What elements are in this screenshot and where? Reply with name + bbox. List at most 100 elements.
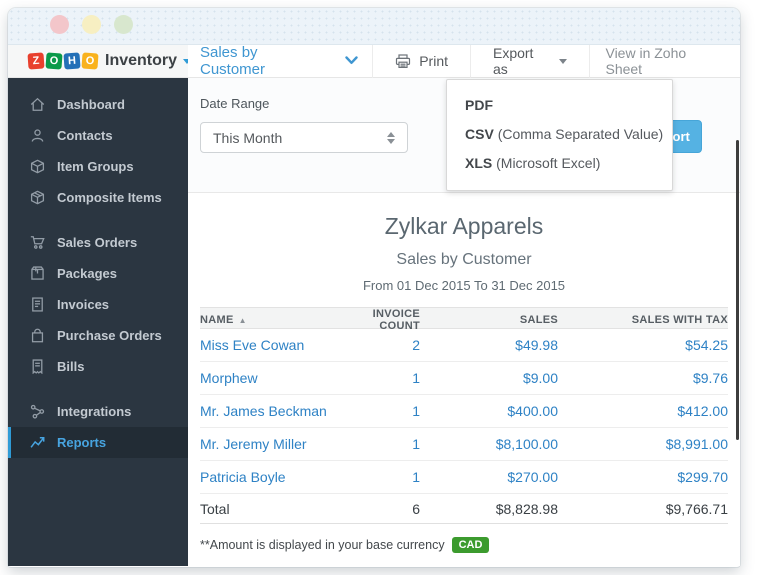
printer-icon — [395, 54, 411, 69]
vertical-scrollbar[interactable] — [736, 140, 739, 440]
page-background: Z O H O Inventory Sales by Customer — [0, 0, 775, 575]
sidebar-item-label: Integrations — [57, 404, 131, 419]
print-button[interactable]: Print — [373, 45, 470, 77]
view-in-zoho-sheet-link[interactable]: View in Zoho Sheet — [589, 45, 740, 77]
sidebar-item-label: Contacts — [57, 128, 113, 143]
export-menu-item-pdf[interactable]: PDF — [447, 91, 672, 120]
column-header-invoice-count[interactable]: INVOICE COUNT — [350, 308, 420, 332]
window-titlebar — [8, 8, 740, 45]
sidebar-nav: Dashboard Contacts Item Groups Composite… — [8, 78, 188, 566]
integration-icon — [30, 404, 45, 419]
person-icon — [30, 128, 45, 143]
chevron-down-icon — [345, 52, 358, 70]
package-icon — [30, 266, 45, 281]
report-title: Sales by Customer — [200, 251, 728, 269]
sales-cell: $270.00 — [420, 469, 558, 485]
report-switcher-label: Sales by Customer — [200, 45, 323, 78]
export-format-description: (Microsoft Excel) — [496, 155, 600, 171]
total-label: Total — [200, 501, 350, 517]
sidebar-item-item-groups[interactable]: Item Groups — [8, 151, 188, 182]
total-invoice-count: 6 — [350, 501, 420, 517]
sidebar-item-dashboard[interactable]: Dashboard — [8, 89, 188, 120]
sales-with-tax-cell: $8,991.00 — [558, 436, 728, 452]
export-as-label: Export as — [493, 45, 551, 77]
export-menu-item-xls[interactable]: XLS (Microsoft Excel) — [447, 149, 672, 178]
customer-name-link[interactable]: Mr. James Beckman — [200, 403, 350, 419]
invoice-count-cell: 1 — [350, 370, 420, 386]
print-label: Print — [419, 53, 448, 69]
app-window: Z O H O Inventory Sales by Customer — [8, 8, 740, 567]
customer-name-link[interactable]: Mr. Jeremy Miller — [200, 436, 350, 452]
sort-ascending-icon: ▲ — [239, 316, 247, 325]
sales-by-customer-table: NAME▲ INVOICE COUNT SALES SALES WITH TAX… — [200, 307, 728, 524]
document-icon — [30, 297, 45, 312]
app-header: Z O H O Inventory Sales by Customer — [8, 45, 740, 78]
box-icon — [30, 159, 45, 174]
report-switcher-dropdown[interactable]: Sales by Customer — [188, 45, 372, 77]
sidebar-item-bills[interactable]: Bills — [8, 351, 188, 382]
sidebar-item-label: Item Groups — [57, 159, 134, 174]
sidebar-item-label: Reports — [57, 435, 106, 450]
sales-with-tax-cell: $54.25 — [558, 337, 728, 353]
sidebar-item-label: Packages — [57, 266, 117, 281]
minimize-window-button[interactable] — [82, 15, 101, 34]
customer-name-link[interactable]: Morphew — [200, 370, 350, 386]
table-total-row: Total 6 $8,828.98 $9,766.71 — [200, 494, 728, 524]
maximize-window-button[interactable] — [114, 15, 133, 34]
sidebar-item-label: Purchase Orders — [57, 328, 162, 343]
sidebar-item-integrations[interactable]: Integrations — [8, 396, 188, 427]
sales-with-tax-cell: $299.70 — [558, 469, 728, 485]
sales-with-tax-cell: $412.00 — [558, 403, 728, 419]
export-as-button[interactable]: Export as — [471, 45, 589, 77]
sidebar-item-label: Sales Orders — [57, 235, 137, 250]
receipt-icon — [30, 359, 45, 374]
view-sheet-label: View in Zoho Sheet — [605, 45, 724, 77]
cart-icon — [30, 235, 45, 250]
home-icon — [30, 97, 45, 112]
customer-name-link[interactable]: Miss Eve Cowan — [200, 337, 350, 353]
close-window-button[interactable] — [50, 15, 69, 34]
logo-letter-h: H — [63, 52, 80, 69]
report-toolbar: Sales by Customer Print Expo — [188, 45, 740, 78]
table-row: Mr. Jeremy Miller 1 $8,100.00 $8,991.00 — [200, 428, 728, 461]
customer-name-link[interactable]: Patricia Boyle — [200, 469, 350, 485]
sales-cell: $49.98 — [420, 337, 558, 353]
sidebar-item-label: Invoices — [57, 297, 109, 312]
date-range-select[interactable]: This Month — [200, 122, 408, 153]
export-menu-item-csv[interactable]: CSV (Comma Separated Value) — [447, 120, 672, 149]
bag-icon — [30, 328, 45, 343]
column-header-name[interactable]: NAME▲ — [200, 314, 350, 326]
logo-letter-o2: O — [81, 52, 98, 69]
currency-footnote: **Amount is displayed in your base curre… — [200, 537, 728, 553]
column-header-sales[interactable]: SALES — [420, 314, 558, 326]
sidebar-item-sales-orders[interactable]: Sales Orders — [8, 227, 188, 258]
sidebar-item-reports[interactable]: Reports — [8, 427, 188, 458]
sidebar-item-invoices[interactable]: Invoices — [8, 289, 188, 320]
date-range-value: This Month — [213, 130, 282, 146]
sidebar-item-packages[interactable]: Packages — [8, 258, 188, 289]
invoice-count-cell: 1 — [350, 469, 420, 485]
sidebar-item-contacts[interactable]: Contacts — [8, 120, 188, 151]
logo-letter-o1: O — [45, 52, 62, 69]
column-header-sales-with-tax[interactable]: SALES WITH TAX — [558, 314, 728, 326]
date-range-label: Date Range — [200, 96, 269, 111]
brand-area[interactable]: Z O H O Inventory — [8, 45, 188, 78]
invoice-count-cell: 1 — [350, 436, 420, 452]
export-format-name: PDF — [465, 97, 493, 113]
currency-badge: CAD — [452, 537, 490, 553]
cube-icon — [30, 190, 45, 205]
report-date-period: From 01 Dec 2015 To 31 Dec 2015 — [200, 278, 728, 293]
product-name: Inventory — [105, 52, 177, 70]
chart-icon — [30, 435, 45, 450]
table-row: Mr. James Beckman 1 $400.00 $412.00 — [200, 395, 728, 428]
sidebar-item-purchase-orders[interactable]: Purchase Orders — [8, 320, 188, 351]
sidebar-item-composite-items[interactable]: Composite Items — [8, 182, 188, 213]
sales-cell: $9.00 — [420, 370, 558, 386]
table-row: Miss Eve Cowan 2 $49.98 $54.25 — [200, 329, 728, 362]
table-row: Morphew 1 $9.00 $9.76 — [200, 362, 728, 395]
table-row: Patricia Boyle 1 $270.00 $299.70 — [200, 461, 728, 494]
zoho-logo: Z O H O — [28, 53, 98, 69]
export-caret-icon — [559, 59, 567, 64]
select-spinner-icon — [387, 132, 395, 144]
sales-with-tax-cell: $9.76 — [558, 370, 728, 386]
